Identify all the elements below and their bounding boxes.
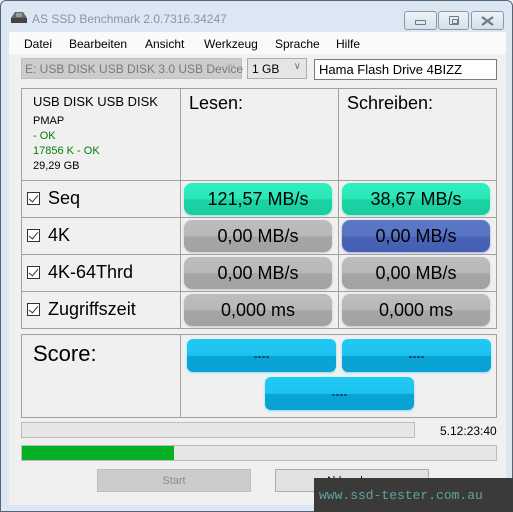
app-window: AS SSD Benchmark 2.0.7316.34247 Datei Be… (0, 0, 513, 512)
minimize-button[interactable] (404, 11, 437, 30)
access-time-write-cell: 0,000 ms (338, 291, 497, 329)
row-4k: 4K (21, 217, 181, 255)
drive-name-input[interactable] (314, 59, 497, 80)
close-icon (481, 15, 494, 26)
row-access-time: Zugriffszeit (21, 291, 181, 329)
app-icon (11, 12, 27, 23)
chevron-down-icon: ∨ (228, 61, 236, 72)
score-label-cell: Score: (21, 334, 181, 418)
access-time-checkbox[interactable] (27, 303, 40, 316)
drive-model: USB DISK USB DISK (33, 94, 158, 109)
menu-bar: Datei Bearbeiten Ansicht Werkzeug Sprach… (9, 32, 506, 54)
menu-ansicht[interactable]: Ansicht (145, 37, 184, 51)
start-button[interactable]: Start (97, 469, 251, 492)
read-column-header: Lesen: (180, 88, 339, 181)
write-header-label: Schreiben: (347, 93, 434, 113)
window-title: AS SSD Benchmark 2.0.7316.34247 (32, 12, 227, 26)
seq-read-cell: 121,57 MB/s (180, 180, 339, 218)
4k-64thrd-checkbox[interactable] (27, 266, 40, 279)
4k-read-result: 0,00 MB/s (184, 220, 332, 252)
4k-write-result: 0,00 MB/s (342, 220, 490, 252)
drive-info-panel: USB DISK USB DISK PMAP - OK 17856 K - OK… (21, 88, 181, 181)
seq-label: Seq (48, 188, 81, 208)
title-bar[interactable]: AS SSD Benchmark 2.0.7316.34247 (1, 1, 512, 31)
write-column-header: Schreiben: (338, 88, 497, 181)
minimize-icon (415, 19, 426, 25)
driver-status: - OK (33, 130, 56, 142)
maximize-icon (448, 16, 459, 25)
client-area: Datei Bearbeiten Ansicht Werkzeug Sprach… (9, 32, 506, 505)
4k-read-cell: 0,00 MB/s (180, 217, 339, 255)
maximize-button[interactable] (438, 11, 469, 30)
access-time-read-cell: 0,000 ms (180, 291, 339, 329)
drive-select[interactable]: E: USB DISK USB DISK 3.0 USB Device ∨ (21, 58, 244, 79)
menu-bearbeiten[interactable]: Bearbeiten (69, 37, 127, 51)
seq-write-result: 38,67 MB/s (342, 183, 490, 215)
menu-sprache[interactable]: Sprache (275, 37, 320, 51)
seq-write-cell: 38,67 MB/s (338, 180, 497, 218)
4k-write-cell: 0,00 MB/s (338, 217, 497, 255)
4k-64thrd-label: 4K-64Thrd (48, 262, 134, 282)
access-time-read-result: 0,000 ms (184, 294, 332, 326)
4k-64thrd-read-cell: 0,00 MB/s (180, 254, 339, 292)
score-write: ---- (342, 339, 491, 372)
access-time-write-result: 0,000 ms (342, 294, 490, 326)
close-button[interactable] (471, 11, 504, 30)
test-size-select[interactable]: 1 GB ∨ (247, 58, 307, 79)
seq-read-result: 121,57 MB/s (184, 183, 332, 215)
read-header-label: Lesen: (189, 93, 244, 113)
alignment-status: 17856 K - OK (33, 145, 100, 157)
4k-checkbox[interactable] (27, 229, 40, 242)
test-size-value: 1 GB (252, 62, 280, 76)
4k-label: 4K (48, 225, 71, 245)
access-time-label: Zugriffszeit (48, 299, 136, 319)
watermark: www.ssd-tester.com.au (314, 478, 513, 512)
seq-checkbox[interactable] (27, 192, 40, 205)
menu-hilfe[interactable]: Hilfe (336, 37, 360, 51)
score-values-cell: ---- ---- ---- (180, 334, 497, 418)
drive-select-value: E: USB DISK USB DISK 3.0 USB Device (25, 62, 244, 76)
chevron-down-icon: ∨ (293, 61, 301, 72)
4k-64thrd-write-cell: 0,00 MB/s (338, 254, 497, 292)
drive-capacity: 29,29 GB (33, 160, 80, 172)
menu-werkzeug[interactable]: Werkzeug (204, 37, 258, 51)
score-read: ---- (187, 339, 336, 372)
4k-64thrd-read-result: 0,00 MB/s (184, 257, 332, 289)
score-label: Score: (33, 341, 97, 366)
row-4k-64thrd: 4K-64Thrd (21, 254, 181, 292)
menu-datei[interactable]: Datei (24, 37, 52, 51)
score-total: ---- (265, 377, 414, 410)
firmware-version: PMAP (33, 115, 65, 127)
elapsed-time: 5.12:23:40 (440, 424, 497, 438)
elapsed-time-bar (21, 422, 415, 438)
benchmark-progress-bar (21, 445, 497, 461)
4k-64thrd-write-result: 0,00 MB/s (342, 257, 490, 289)
row-seq: Seq (21, 180, 181, 218)
progress-fill (22, 446, 174, 460)
